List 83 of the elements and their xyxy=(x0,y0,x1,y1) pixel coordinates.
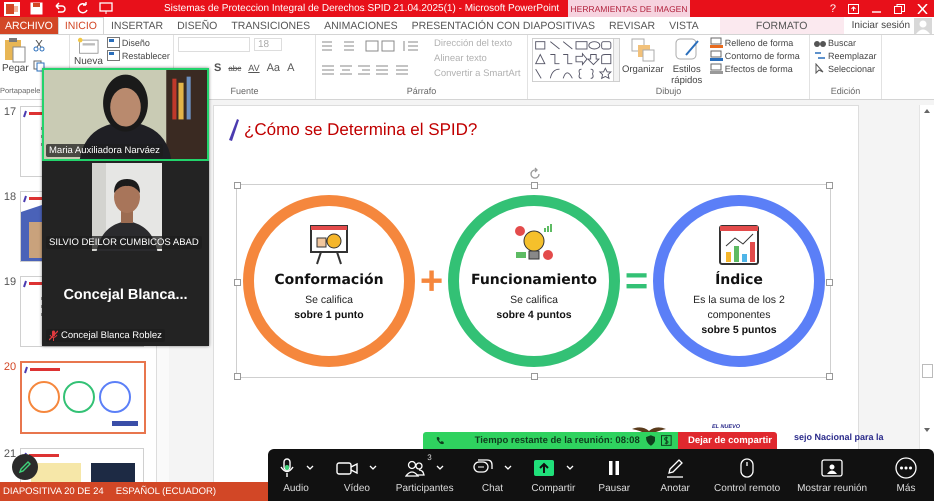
component-title: Conformación xyxy=(274,272,384,288)
meeting-control[interactable]: Audio xyxy=(274,456,318,494)
control-label: Compartir xyxy=(531,482,576,494)
slide-number: 18 xyxy=(2,191,18,203)
meeting-control[interactable]: Más xyxy=(884,456,928,494)
font-format-button[interactable]: abc xyxy=(228,64,242,72)
status-text: DIAPOSITIVA 20 DE 24 xyxy=(3,486,104,497)
ribbon-tab[interactable]: FORMATO xyxy=(720,17,844,34)
operator-sign: + xyxy=(418,261,444,301)
ribbon-tab[interactable]: VISTA xyxy=(662,17,706,34)
ribbon-tab[interactable]: ANIMACIONES xyxy=(317,17,405,34)
ribbon-command[interactable]: Relleno de forma xyxy=(710,37,800,48)
font-format-button[interactable]: A xyxy=(287,62,294,74)
component-score: sobre 1 punto xyxy=(294,308,364,323)
ribbon-command[interactable]: Seleccionar xyxy=(814,63,877,74)
slide-number: 17 xyxy=(2,106,18,118)
participant-name: Concejal Blanca Roblez xyxy=(61,330,162,342)
ribbon-tab[interactable]: INICIO xyxy=(58,17,104,34)
meeting-control[interactable]: Vídeo xyxy=(334,456,379,494)
control-label: Más xyxy=(896,482,916,494)
component-score: sobre 5 puntos xyxy=(701,323,777,338)
video-tile[interactable]: SILVIO DEILOR CUMBICOS ABAD xyxy=(42,160,209,254)
control-label: Vídeo xyxy=(344,482,370,494)
control-label: Audio xyxy=(283,482,309,494)
ribbon-tab[interactable]: TRANSICIONES xyxy=(224,17,318,34)
meeting-time-remaining: Tiempo restante de la reunión: 08:08 xyxy=(474,435,640,446)
font-format-button[interactable]: S xyxy=(214,62,222,74)
group-label: Fuente xyxy=(229,86,260,98)
component-description: Es la suma de los 2 componentes xyxy=(692,293,786,323)
window-title: Sistemas de Proteccion Integral de Derechos SPID 21.04.2025(1) - Microsoft PowerPoint xyxy=(164,3,560,14)
ribbon-tab[interactable]: INSERTAR xyxy=(104,17,170,34)
participant-name: SILVIO DEILOR CUMBICOS ABAD xyxy=(49,237,199,248)
ribbon-command[interactable]: Reemplazar xyxy=(814,50,877,61)
meeting-control[interactable]: Anotar xyxy=(653,456,698,494)
control-label: Pausar xyxy=(598,482,630,494)
help-button[interactable]: ? xyxy=(830,2,836,14)
component-description: Se califica xyxy=(305,293,353,308)
ribbon-command[interactable]: Buscar xyxy=(814,37,877,48)
meeting-control[interactable]: Mostrar reunión xyxy=(797,456,868,494)
group-label: Párrafo xyxy=(406,86,438,98)
ribbon-tab[interactable]: DISEÑO xyxy=(170,17,224,34)
stop-sharing-button[interactable]: Dejar de compartir xyxy=(678,432,777,449)
group-label: Edición xyxy=(830,86,862,98)
video-tile[interactable]: Concejal Blanca... Concejal Blanca Roblez xyxy=(42,253,209,346)
participant-name: Maria Auxiliadora Narváez xyxy=(49,144,160,156)
participant-display-name: Concejal Blanca... xyxy=(62,287,189,304)
arrange-button[interactable]: Organizar xyxy=(622,37,664,86)
component-score: sobre 4 puntos xyxy=(496,308,572,323)
meeting-control[interactable]: Control remoto xyxy=(714,456,780,494)
quick-styles-button[interactable]: Estilos rápidos xyxy=(666,37,708,86)
slide-number: 21 xyxy=(2,448,18,460)
ribbon-tab[interactable]: PRESENTACIÓN CON DIAPOSITIVAS xyxy=(404,17,602,34)
ribbon-command[interactable]: Restablecer xyxy=(106,50,170,61)
component-description: Se califica xyxy=(510,293,558,308)
ribbon-command[interactable]: Contorno de forma xyxy=(710,50,800,61)
institution-name: sejo Nacional para la xyxy=(794,432,884,442)
slide-number: 20 xyxy=(2,361,18,373)
font-format-button[interactable]: Aa xyxy=(266,62,280,74)
ribbon-tab[interactable]: REVISAR xyxy=(602,17,662,34)
slide-title: ¿Cómo se Determina el SPID? xyxy=(244,120,478,140)
control-label: Anotar xyxy=(660,482,690,494)
file-tab[interactable]: ARCHIVO xyxy=(0,17,58,34)
component-title: Índice xyxy=(715,272,763,288)
video-tile[interactable]: Maria Auxiliadora Narváez xyxy=(42,68,209,161)
control-label: Participantes xyxy=(396,482,454,494)
new-slide-button[interactable]: Nueva xyxy=(74,56,103,67)
meeting-control[interactable]: Chat xyxy=(470,456,514,494)
sign-in-link[interactable]: Iniciar sesión xyxy=(852,17,914,34)
ribbon-command[interactable]: Efectos de forma xyxy=(710,63,800,74)
control-label: Chat xyxy=(482,482,504,494)
control-label: Control remoto xyxy=(714,482,780,494)
context-tab-label: HERRAMIENTAS DE IMAGEN xyxy=(570,4,688,14)
group-label: Dibujo xyxy=(654,86,682,98)
component-title: Funcionamiento xyxy=(470,272,598,288)
status-text: ESPAÑOL (ECUADOR) xyxy=(116,486,216,497)
meeting-control[interactable]: Pausar xyxy=(592,456,636,494)
control-label: Mostrar reunión xyxy=(797,482,868,494)
meeting-control[interactable]: Compartir xyxy=(531,456,576,494)
ribbon-command[interactable]: Diseño xyxy=(106,37,170,48)
slide-number: 19 xyxy=(2,276,18,288)
paste-button[interactable]: Pegar xyxy=(2,37,29,86)
operator-sign: = xyxy=(624,261,650,301)
font-format-button[interactable]: AV xyxy=(248,63,260,73)
